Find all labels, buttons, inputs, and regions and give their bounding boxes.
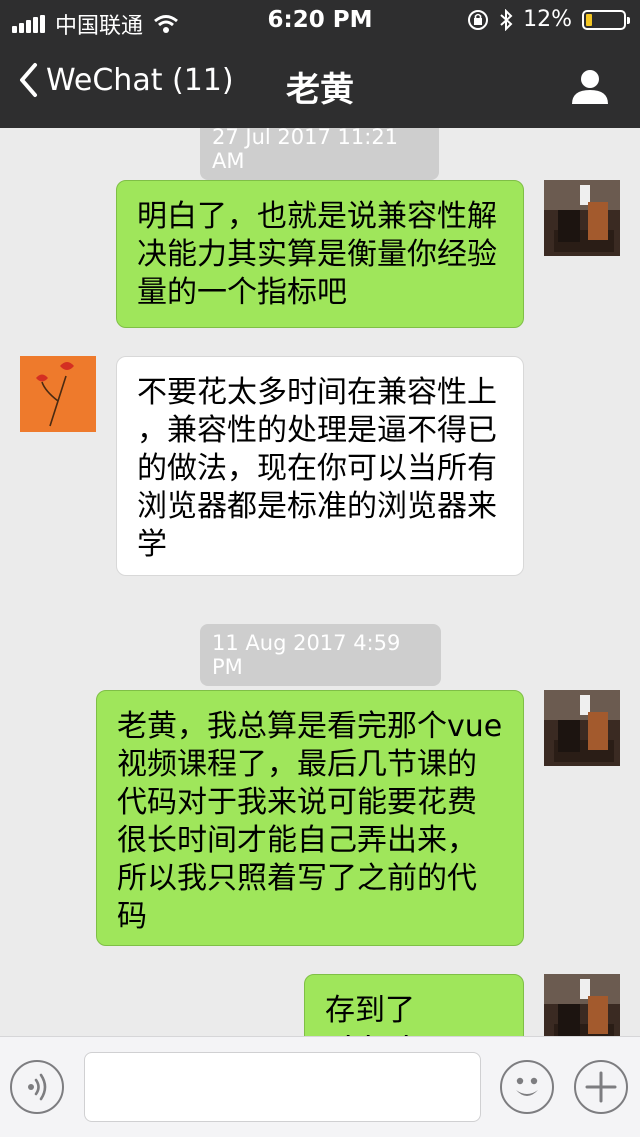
emoji-button[interactable] — [500, 1060, 554, 1114]
message-input[interactable] — [84, 1052, 481, 1122]
status-right: 12% — [467, 7, 630, 32]
message-line: 明白了，也就是说兼容性解 — [137, 199, 497, 234]
nav-bar: WeChat (11) 老黄 — [0, 40, 640, 128]
top-bar: 中国联通 6:20 PM 12% WeChat (11) 老黄 — [0, 0, 640, 128]
my-avatar[interactable] — [544, 974, 620, 1036]
bluetooth-icon — [500, 8, 513, 31]
message-line: 很长时间才能自己弄出来， — [117, 823, 477, 858]
timestamp: 27 Jul 2017 11:21 AM — [200, 128, 439, 180]
battery-percent: 12% — [523, 7, 572, 32]
profile-icon[interactable] — [570, 66, 610, 106]
orientation-lock-icon — [468, 9, 489, 30]
coffee-photo-icon — [544, 690, 620, 766]
message-bubble-sent[interactable]: 明白了，也就是说兼容性解 决能力其实算是衡量你经验 量的一个指标吧 — [116, 180, 524, 328]
message-line: 老黄，我总算是看完那个vue — [117, 709, 503, 744]
message-line: 不要花太多时间在兼容性上 — [137, 375, 497, 410]
message-line: 决能力其实算是衡量你经验 — [137, 237, 497, 272]
input-bar — [0, 1036, 640, 1137]
message-line: 的做法，现在你可以当所有 — [137, 451, 497, 486]
add-button[interactable] — [574, 1060, 628, 1114]
status-bar: 中国联通 6:20 PM 12% — [0, 0, 640, 40]
message-line: 所以我只照着写了之前的代 — [117, 861, 477, 896]
message-line: 存到了github — [325, 993, 421, 1036]
message-line: 视频课程了，最后几节课的 — [117, 747, 477, 782]
battery-icon — [582, 9, 630, 30]
chat-title: 老黄 — [286, 70, 354, 110]
flower-art-icon — [20, 356, 96, 432]
message-bubble-sent[interactable]: 老黄，我总算是看完那个vue 视频课程了，最后几节课的 代码对于我来说可能要花费… — [96, 690, 524, 946]
coffee-photo-icon — [544, 180, 620, 256]
message-bubble-received[interactable]: 不要花太多时间在兼容性上 ，兼容性的处理是逼不得已 的做法，现在你可以当所有 浏… — [116, 356, 524, 576]
my-avatar[interactable] — [544, 690, 620, 766]
voice-button[interactable] — [10, 1060, 64, 1114]
chat-area[interactable]: 27 Jul 2017 11:21 AM 明白了，也就是说兼容性解 决能力其实算… — [0, 128, 640, 1036]
message-line: 浏览器都是标准的浏览器来 — [137, 489, 497, 524]
plus-icon — [585, 1071, 617, 1103]
message-line: 代码对于我来说可能要花费 — [117, 785, 477, 820]
emoji-icon — [516, 1077, 538, 1096]
message-line: 码 — [117, 899, 147, 934]
message-line: 量的一个指标吧 — [137, 275, 347, 310]
message-bubble-sent[interactable]: 存到了github — [304, 974, 524, 1036]
message-line: ，兼容性的处理是逼不得已 — [137, 413, 497, 448]
message-line: 学 — [137, 527, 167, 562]
battery-level — [586, 13, 592, 26]
coffee-photo-icon — [544, 974, 620, 1036]
timestamp: 11 Aug 2017 4:59 PM — [200, 624, 441, 686]
my-avatar[interactable] — [544, 180, 620, 256]
voice-icon — [28, 1073, 47, 1101]
contact-avatar[interactable] — [20, 356, 96, 432]
